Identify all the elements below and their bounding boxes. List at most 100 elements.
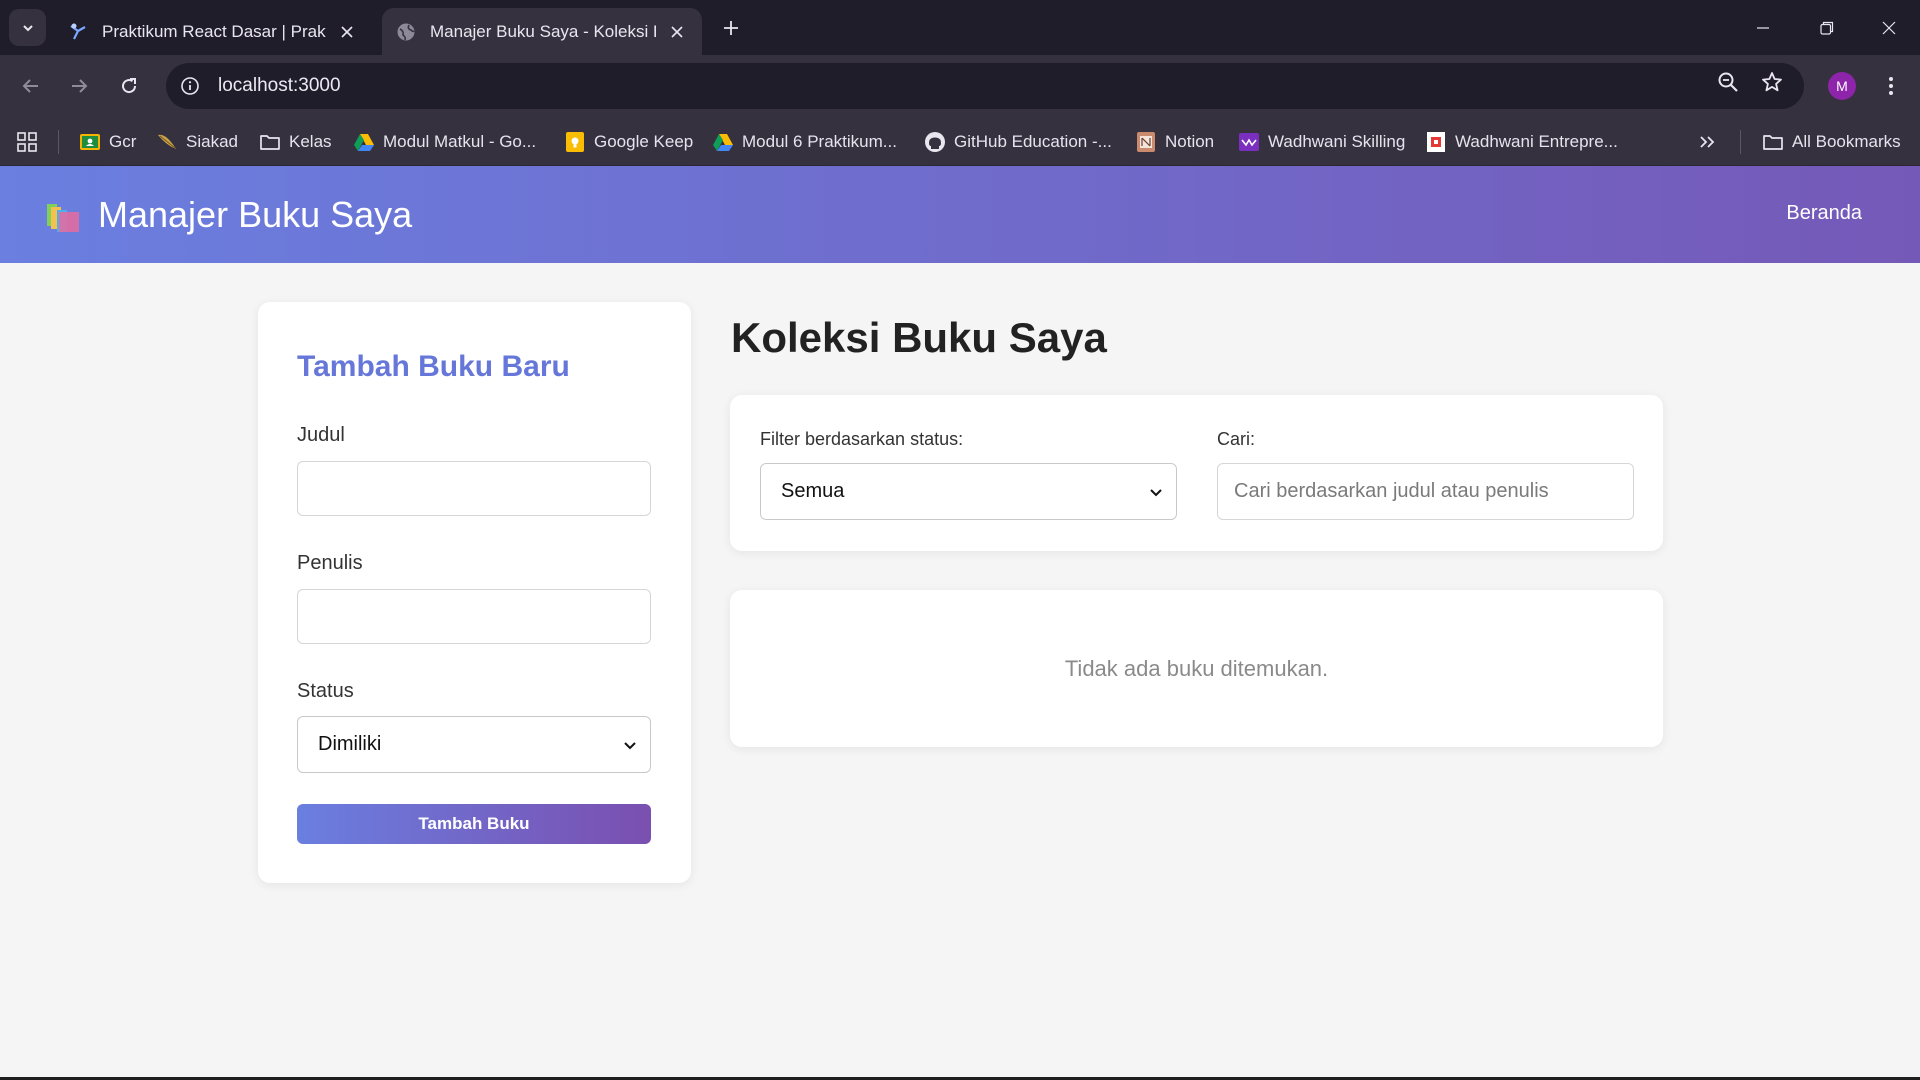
close-icon[interactable]	[666, 21, 688, 43]
bookmark-wadhwani-entrepre[interactable]: Wadhwani Entrepre...	[1425, 117, 1618, 166]
bookmark-siakad[interactable]: Siakad	[156, 117, 238, 166]
arrow-right-icon	[72, 79, 88, 93]
folder-icon	[1762, 131, 1784, 153]
forward-button[interactable]	[62, 69, 96, 103]
bookmark-label: All Bookmarks	[1792, 131, 1901, 151]
status-label: Status	[297, 680, 354, 702]
minimize-icon	[1757, 26, 1769, 29]
title-label: Judul	[297, 424, 345, 446]
github-icon	[924, 131, 946, 153]
close-icon	[1882, 21, 1896, 34]
chevron-down-icon	[22, 24, 33, 31]
bookmark-notion[interactable]: Notion	[1135, 117, 1214, 166]
status-select[interactable]: Dimiliki	[297, 716, 651, 773]
globe-icon	[396, 22, 416, 42]
url-text: localhost:3000	[218, 75, 341, 96]
chevron-down-icon	[1150, 488, 1162, 496]
address-bar[interactable]: localhost:3000	[166, 63, 1804, 109]
site-info-icon[interactable]	[178, 74, 202, 98]
reload-icon	[122, 78, 137, 94]
bookmark-label: GitHub Education -...	[954, 131, 1112, 151]
reload-button[interactable]	[112, 69, 146, 103]
zoom-button[interactable]	[1712, 66, 1744, 98]
browser-tabstrip: Praktikum React Dasar | Praktik Manajer …	[0, 0, 1920, 55]
browser-toolbar: localhost:3000 M	[0, 55, 1920, 117]
status-select-value: Dimiliki	[318, 733, 382, 755]
wadhwani-entre-icon	[1425, 131, 1447, 153]
apps-grid-icon	[17, 131, 37, 152]
bookmarks-bar: Gcr Siakad Kelas Modul Matkul - Go... Go…	[0, 117, 1920, 166]
chevron-double-right-icon	[1700, 135, 1715, 148]
drive-icon	[712, 131, 734, 153]
restore-button[interactable]	[1796, 0, 1858, 55]
drive-icon	[353, 131, 375, 153]
bookmark-label: Google Keep	[594, 131, 694, 151]
tab-title: Manajer Buku Saya - Koleksi Bu	[430, 21, 656, 41]
bookmark-star-button[interactable]	[1756, 66, 1788, 98]
bookmarks-divider	[58, 130, 59, 154]
close-icon[interactable]	[336, 21, 358, 43]
status-filter-value: Semua	[781, 480, 845, 502]
add-book-button[interactable]: Tambah Buku	[297, 804, 651, 844]
search-placeholder: Cari berdasarkan judul atau penulis	[1234, 480, 1549, 502]
filter-panel: Filter berdasarkan status: Cari: Semua C…	[730, 395, 1663, 551]
collection-title: Koleksi Buku Saya	[731, 314, 1107, 361]
bookmark-label: Modul 6 Praktikum...	[742, 131, 897, 151]
close-window-button[interactable]	[1858, 0, 1920, 55]
bookmark-kelas[interactable]: Kelas	[259, 117, 332, 166]
bookmark-gcr[interactable]: Gcr	[79, 117, 136, 166]
more-vertical-icon	[1889, 77, 1893, 95]
all-bookmarks-button[interactable]: All Bookmarks	[1762, 117, 1901, 166]
books-icon	[47, 204, 79, 232]
folder-icon	[259, 131, 281, 153]
bookmark-modul-matkul[interactable]: Modul Matkul - Go...	[353, 117, 536, 166]
new-tab-button[interactable]	[716, 13, 746, 43]
nav-link-beranda[interactable]: Beranda	[1786, 202, 1862, 225]
tab-search-button[interactable]	[9, 9, 46, 46]
bookmark-label: Gcr	[109, 131, 137, 151]
more-bookmarks-button[interactable]	[1698, 117, 1716, 166]
apps-button[interactable]	[16, 117, 38, 166]
feather-icon	[156, 131, 178, 153]
bookmarks-divider	[1740, 130, 1741, 154]
author-label: Penulis	[297, 552, 363, 574]
star-icon	[1762, 72, 1782, 92]
app-title: Manajer Buku Saya	[98, 194, 413, 235]
status-filter-select[interactable]: Semua	[760, 463, 1177, 520]
praktikum-favicon-icon	[68, 22, 88, 42]
empty-state-message: Tidak ada buku ditemukan.	[1064, 656, 1329, 681]
search-label: Cari:	[1217, 429, 1256, 449]
wadhwani-icon	[1238, 131, 1260, 153]
minimize-button[interactable]	[1732, 0, 1794, 55]
search-input[interactable]: Cari berdasarkan judul atau penulis	[1217, 463, 1634, 520]
browser-menu-button[interactable]	[1876, 69, 1906, 103]
bookmark-wadhwani-skilling[interactable]: Wadhwani Skilling	[1238, 117, 1405, 166]
classroom-icon	[79, 131, 101, 153]
filter-status-label: Filter berdasarkan status:	[760, 429, 964, 449]
tab-title: Praktikum React Dasar | Praktik	[102, 21, 326, 41]
bookmark-label: Siakad	[186, 131, 238, 151]
zoom-icon	[1718, 72, 1738, 92]
book-list-panel: Tidak ada buku ditemukan.	[730, 590, 1663, 747]
bookmark-label: Wadhwani Skilling	[1268, 131, 1406, 151]
browser-tab-praktikum[interactable]: Praktikum React Dasar | Praktik	[54, 8, 372, 55]
keep-icon	[564, 131, 586, 153]
bookmark-label: Notion	[1165, 131, 1215, 151]
bookmark-label: Modul Matkul - Go...	[383, 131, 537, 151]
bookmark-github-education[interactable]: GitHub Education -...	[924, 117, 1112, 166]
title-input[interactable]	[297, 461, 651, 516]
profile-avatar[interactable]: M	[1828, 72, 1856, 100]
bookmark-label: Kelas	[289, 131, 332, 151]
bookmark-label: Wadhwani Entrepre...	[1455, 131, 1618, 151]
bookmark-google-keep[interactable]: Google Keep	[564, 117, 693, 166]
back-button[interactable]	[14, 69, 48, 103]
form-title: Tambah Buku Baru	[297, 350, 570, 383]
bookmark-modul-6[interactable]: Modul 6 Praktikum...	[712, 117, 897, 166]
notion-icon	[1135, 131, 1157, 153]
arrow-left-icon	[22, 79, 38, 93]
plus-icon	[724, 21, 738, 35]
add-book-form: Tambah Buku Baru Judul Penulis Status Di…	[258, 302, 691, 883]
browser-tab-manajer-buku[interactable]: Manajer Buku Saya - Koleksi Bu	[382, 8, 702, 55]
app-header: Manajer Buku Saya Beranda	[0, 166, 1920, 263]
author-input[interactable]	[297, 589, 651, 644]
